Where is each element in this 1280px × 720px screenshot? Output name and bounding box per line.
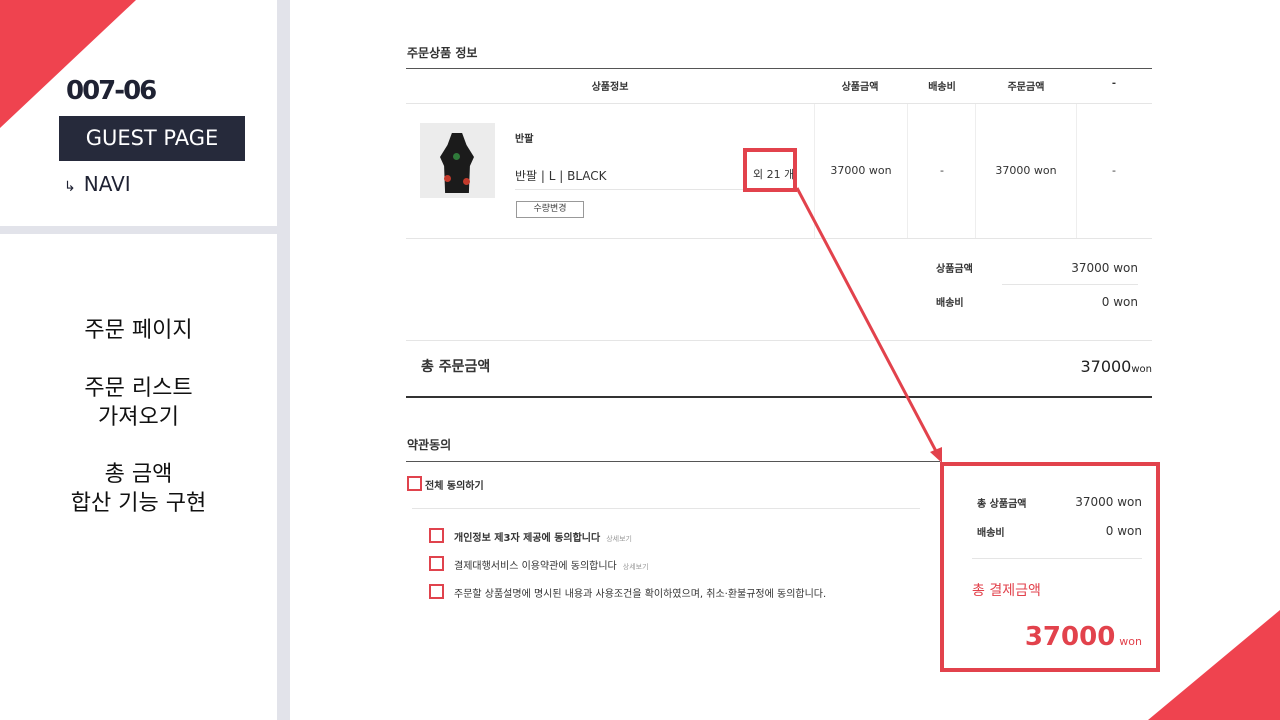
arrow-line <box>795 187 940 456</box>
annotation-arrow <box>795 187 942 463</box>
